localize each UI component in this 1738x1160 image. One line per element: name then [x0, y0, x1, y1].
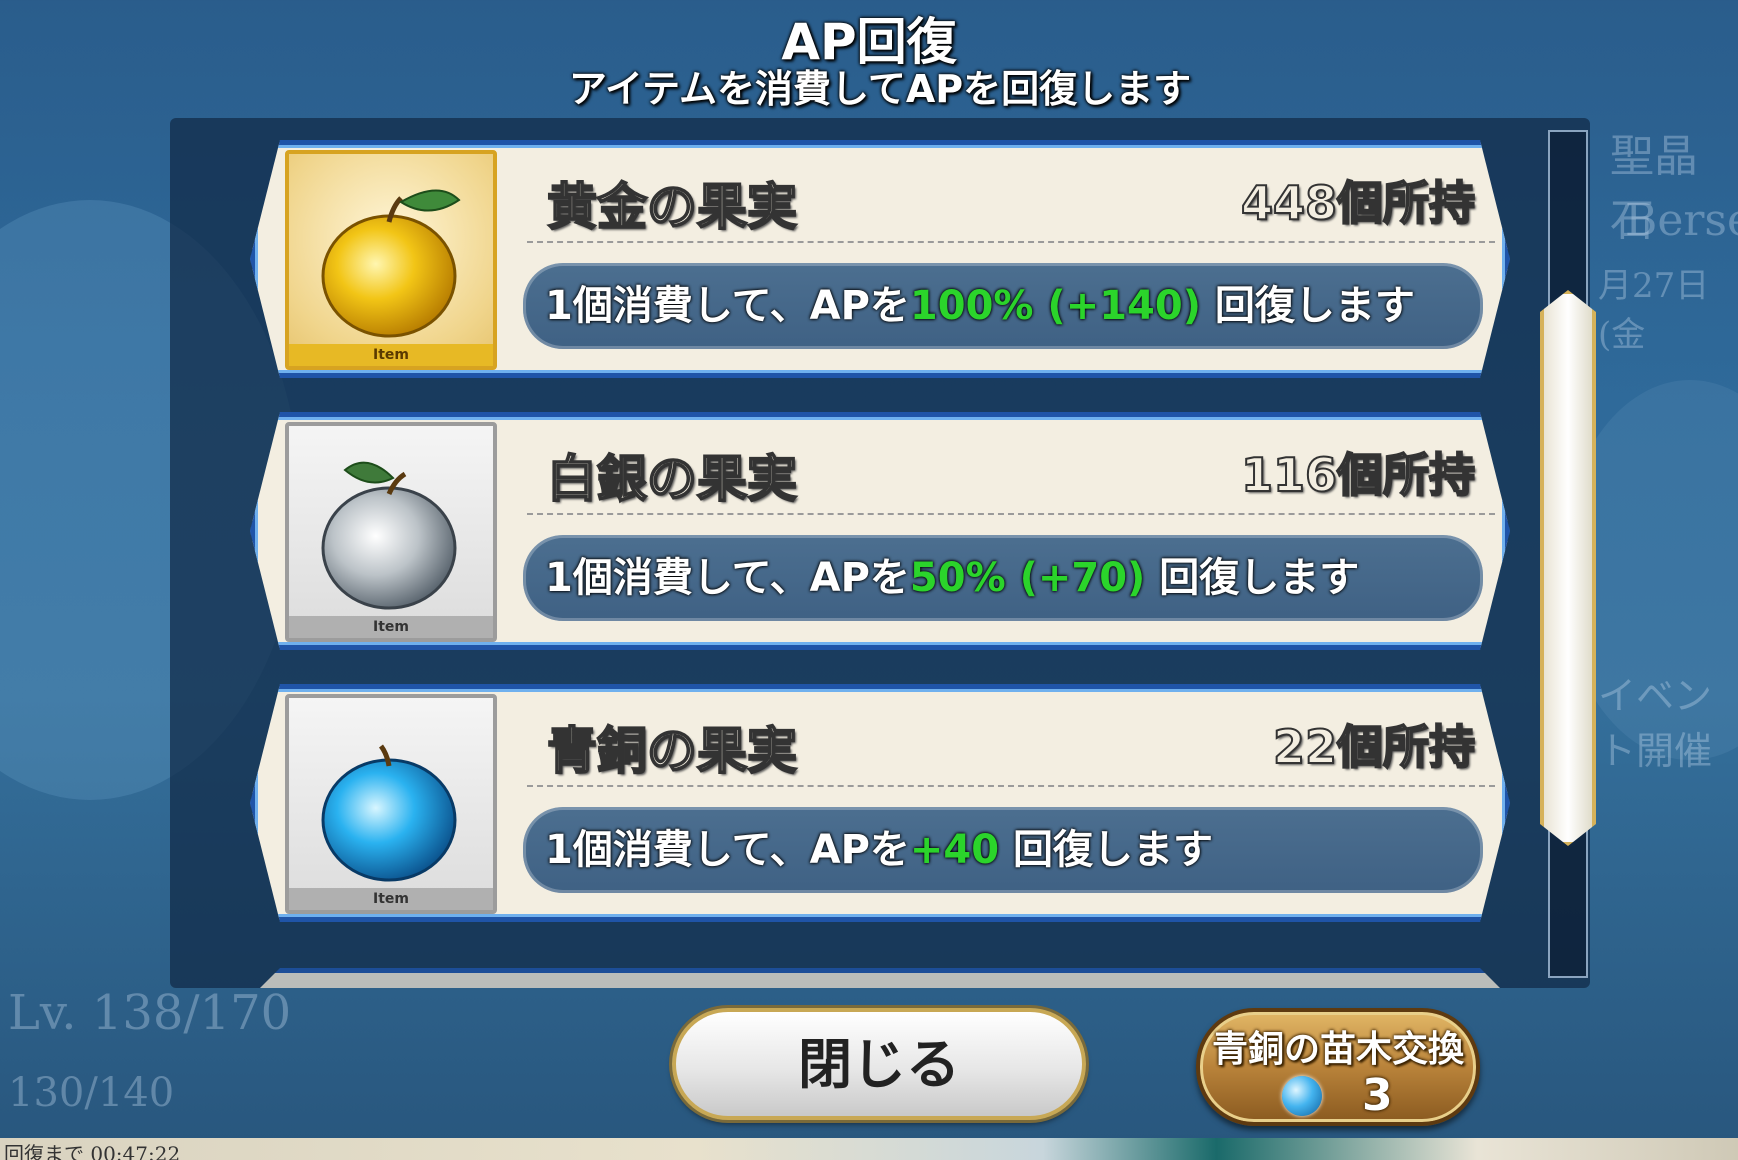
background-ap-text: 130/140 — [8, 1070, 175, 1116]
effect-prefix: 1個消費して、APを — [545, 283, 910, 329]
effect-value: 50% (+70) — [909, 555, 1146, 601]
item-count: 22個所持 — [1272, 720, 1475, 774]
bronze-sapling-exchange-button[interactable]: 青銅の苗木交換 3 — [1196, 1008, 1480, 1126]
effect-suffix: 回復します — [999, 827, 1214, 873]
item-count: 448個所持 — [1240, 176, 1475, 230]
bottom-status-strip: 回復まで 00:47:22 — [0, 1138, 1738, 1160]
item-name: 青銅の果実 — [547, 721, 797, 780]
close-button[interactable]: 閉じる — [672, 1008, 1086, 1120]
item-card-bronze-fruit[interactable]: Item 青銅の果実 22個所持 1個消費して、APを+40 回復します — [250, 684, 1510, 922]
silver-apple-icon — [309, 444, 473, 614]
effect-prefix: 1個消費して、APを — [545, 827, 910, 873]
item-count: 116個所持 — [1240, 448, 1475, 502]
divider — [527, 785, 1495, 787]
exchange-cost: 3 — [1362, 1070, 1393, 1121]
golden-apple-icon — [309, 172, 473, 342]
bronze-sapling-gem-icon — [1282, 1076, 1322, 1116]
background-event-text: イベント開催 — [1598, 674, 1713, 773]
effect-value: +40 — [909, 827, 1000, 873]
effect-value: 100% (+140) — [909, 283, 1201, 329]
item-tag: Item — [289, 344, 493, 366]
effect-prefix: 1個消費して、APを — [545, 555, 910, 601]
exchange-button-label: 青銅の苗木交換 — [1211, 1029, 1464, 1070]
scrollbar-thumb[interactable] — [1540, 290, 1596, 846]
item-name: 白銀の果実 — [547, 449, 797, 508]
dialog-subtitle: アイテムを消費してAPを回復します — [568, 67, 1192, 111]
background-class-text: Berse — [1625, 195, 1738, 246]
item-card-silver-fruit[interactable]: Item 白銀の果実 116個所持 1個消費して、APを50% (+70) 回復… — [250, 412, 1510, 650]
item-tag: Item — [289, 888, 493, 910]
effect-suffix: 回復します — [1145, 555, 1360, 601]
divider — [527, 241, 1495, 243]
silver-apple-thumbnail: Item — [285, 422, 497, 642]
effect-suffix: 回復します — [1200, 283, 1415, 329]
item-tag: Item — [289, 616, 493, 638]
bronze-apple-thumbnail: Item — [285, 694, 497, 914]
background-date-text: 月27日(金 — [1598, 266, 1710, 355]
item-list-panel: Item 黄金の果実 448個所持 1個消費して、APを100% (+140) … — [170, 118, 1590, 988]
item-card-partial[interactable] — [250, 968, 1510, 988]
item-effect-description: 1個消費して、APを100% (+140) 回復します — [523, 263, 1483, 349]
divider — [527, 513, 1495, 515]
golden-apple-thumbnail: Item — [285, 150, 497, 370]
item-name: 黄金の果実 — [547, 177, 797, 236]
item-effect-description: 1個消費して、APを50% (+70) 回復します — [523, 535, 1483, 621]
bronze-apple-icon — [309, 716, 473, 886]
item-effect-description: 1個消費して、APを+40 回復します — [523, 807, 1483, 893]
item-card-golden-fruit[interactable]: Item 黄金の果実 448個所持 1個消費して、APを100% (+140) … — [250, 140, 1510, 378]
recovery-timer-text: 回復まで 00:47:22 — [4, 1142, 181, 1160]
background-level-text: Lv. 138/170 — [8, 985, 292, 1041]
